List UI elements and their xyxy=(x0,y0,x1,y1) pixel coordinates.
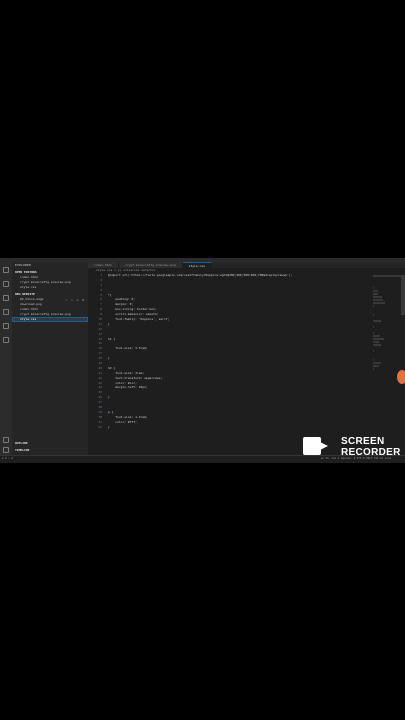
minimap-row xyxy=(373,299,383,301)
source-control-icon[interactable] xyxy=(3,295,9,301)
code-text: h1 { xyxy=(108,336,116,341)
code-text: margin-left: 10px; xyxy=(108,385,148,390)
extensions-icon[interactable] xyxy=(3,323,9,329)
minimap-row xyxy=(373,359,375,361)
code-text: margin: 0; xyxy=(108,302,134,307)
screen-recorder-watermark: SCREEN RECORDER xyxy=(303,434,401,460)
code-line[interactable]: 32} xyxy=(88,425,368,430)
search-icon[interactable] xyxy=(3,281,9,287)
minimap-row xyxy=(373,332,375,334)
minimap[interactable] xyxy=(373,275,401,405)
minimap-row xyxy=(373,296,383,298)
tab-style-css[interactable]: style.css xyxy=(182,262,212,268)
minimap-row xyxy=(373,341,379,343)
watermark-line1: SCREEN xyxy=(341,436,385,447)
code-text: } xyxy=(108,321,110,326)
remote-explorer-icon[interactable] xyxy=(3,337,9,343)
watermark-line2: RECORDER xyxy=(341,447,401,458)
problems-indicator[interactable]: ⊗ 0 ⚠ 0 xyxy=(2,456,13,461)
gear-icon[interactable] xyxy=(3,447,9,453)
minimap-row xyxy=(373,338,384,340)
explorer-actions[interactable]: ▫ ▫ ↻ ⊟ xyxy=(65,298,85,302)
watermark-text: SCREEN RECORDER xyxy=(341,436,401,458)
minimap-row xyxy=(373,335,380,337)
code-text: font-size: 1.2rem; xyxy=(108,414,148,419)
recording-dot xyxy=(397,370,405,384)
code-text: color: #ccc; xyxy=(108,380,137,385)
minimap-row xyxy=(373,344,381,346)
activity-bar xyxy=(0,262,12,455)
code-text: @import url('https://fonts.googleapis.co… xyxy=(108,273,293,277)
code-text: } xyxy=(108,395,110,400)
editor-area: index.html crypt minecraftg preview.png … xyxy=(88,262,405,455)
code-text: font-size: 3.5rem; xyxy=(108,346,148,351)
code-text: scroll-behavior: smooth; xyxy=(108,312,159,317)
code-editor[interactable]: 1 @import url('https://fonts.googleapis.c… xyxy=(88,273,368,430)
scrollbar-thumb[interactable] xyxy=(401,275,405,315)
code-text: *{ xyxy=(108,292,112,297)
code-text: } xyxy=(108,424,110,429)
outline-panel-header[interactable]: OUTLINE xyxy=(12,440,88,446)
explorer-title: EXPLORER xyxy=(15,263,32,267)
run-debug-icon[interactable] xyxy=(3,309,9,315)
minimap-row xyxy=(373,320,381,322)
code-text: padding: 0; xyxy=(108,297,136,302)
timeline-panel-header[interactable]: TIMELINE xyxy=(12,447,88,453)
code-text: text-transform: uppercase; xyxy=(108,375,163,380)
code-text: h2 { xyxy=(108,365,116,370)
vscode-window: EXPLORER OPEN EDITORS index.html crypt m… xyxy=(0,258,405,463)
code-text: font-family: 'Poppins', serif; xyxy=(108,317,170,322)
video-camera-icon xyxy=(303,437,328,455)
minimap-row xyxy=(373,287,374,289)
minimap-row xyxy=(373,290,379,292)
account-icon[interactable] xyxy=(3,437,9,443)
open-editor-item[interactable]: style.css xyxy=(12,285,88,290)
minimap-row xyxy=(373,275,401,277)
sidebar-bottom-panels: OUTLINE TIMELINE xyxy=(12,439,88,453)
code-text: } xyxy=(108,356,110,361)
files-icon[interactable] xyxy=(3,267,9,273)
minimap-row xyxy=(373,362,381,364)
minimap-row xyxy=(373,293,378,295)
minimap-row xyxy=(373,302,385,304)
code-text: font-size: 3rem; xyxy=(108,370,145,375)
file-item-active[interactable]: style.css xyxy=(12,317,88,322)
minimap-row xyxy=(373,365,379,367)
explorer-sidebar: EXPLORER OPEN EDITORS index.html crypt m… xyxy=(12,262,88,455)
code-text: color: #fff; xyxy=(108,419,137,424)
code-text: box-sizing: border-box; xyxy=(108,307,157,312)
minimap-row xyxy=(373,314,375,316)
code-text: p { xyxy=(108,409,114,414)
line-number: 32 xyxy=(98,424,102,429)
